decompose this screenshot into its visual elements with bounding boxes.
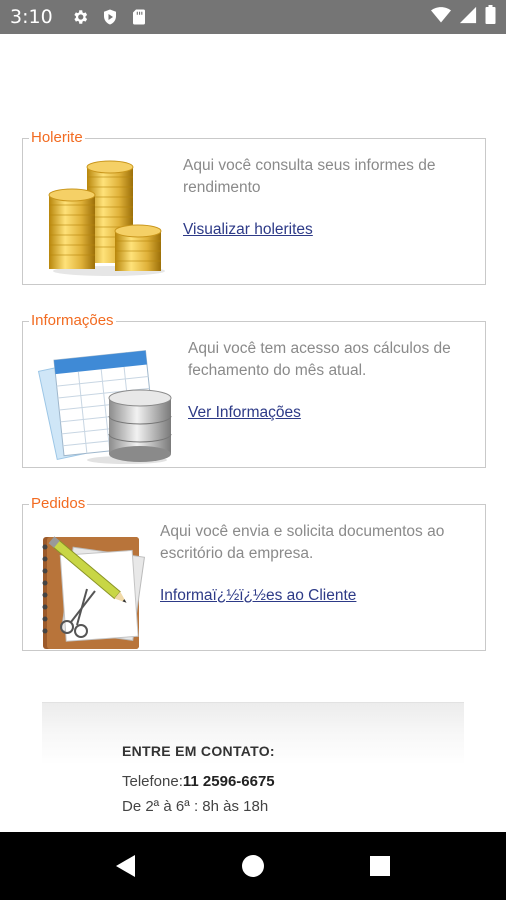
contact-title: ENTRE EM CONTATO:: [122, 743, 275, 759]
recents-icon[interactable]: [368, 854, 392, 878]
battery-icon: [485, 5, 496, 29]
contact-phone-number: 11 2596-6675: [182, 773, 275, 790]
home-icon[interactable]: [241, 854, 265, 878]
contact-phone: Telefone:11 2596-6675: [122, 773, 275, 790]
section-legend-holerite: Holerite: [29, 129, 85, 146]
coin-stacks-icon: [47, 159, 165, 282]
section-holerite: Holerite Aqui você consulta seus informe…: [22, 129, 486, 285]
gear-icon: [71, 8, 89, 26]
section-text-informacoes: Aqui você tem acesso aos cálculos de fec…: [188, 340, 451, 379]
sd-card-icon: [131, 8, 147, 26]
link-ver-informacoes[interactable]: Ver Informações: [188, 404, 301, 422]
signal-icon: [459, 6, 477, 29]
section-pedidos: Pedidos Aqui você envia e solicita docum…: [22, 495, 486, 654]
notebook-pencil-scissors-icon: [37, 529, 147, 654]
link-informacoes-ao-cliente[interactable]: Informaï¿½ï¿½es ao Cliente: [160, 587, 356, 605]
wifi-icon: [431, 6, 451, 29]
main-content: Holerite Aqui você consulta seus informe…: [0, 34, 506, 832]
play-shield-icon: [101, 8, 119, 26]
contact-phone-label: Telefone:: [122, 773, 183, 790]
section-text-pedidos: Aqui você envia e solicita documentos ao…: [160, 523, 445, 562]
back-icon[interactable]: [114, 854, 138, 878]
status-time: 3:10: [10, 6, 53, 28]
navigation-bar: [0, 832, 506, 900]
section-text-holerite: Aqui você consulta seus informes de rend…: [183, 157, 436, 196]
spreadsheet-database-icon: [37, 346, 177, 471]
section-legend-pedidos: Pedidos: [29, 495, 88, 512]
contact-panel: ENTRE EM CONTATO: Telefone:11 2596-6675 …: [42, 702, 464, 832]
section-legend-informacoes: Informações: [29, 312, 116, 329]
contact-hours: De 2ª à 6ª : 8h às 18h: [122, 798, 269, 815]
section-informacoes: Informações Aqui você tem acesso aos cál…: [22, 312, 486, 471]
status-bar: 3:10: [0, 0, 506, 34]
link-visualizar-holerites[interactable]: Visualizar holerites: [183, 221, 313, 239]
